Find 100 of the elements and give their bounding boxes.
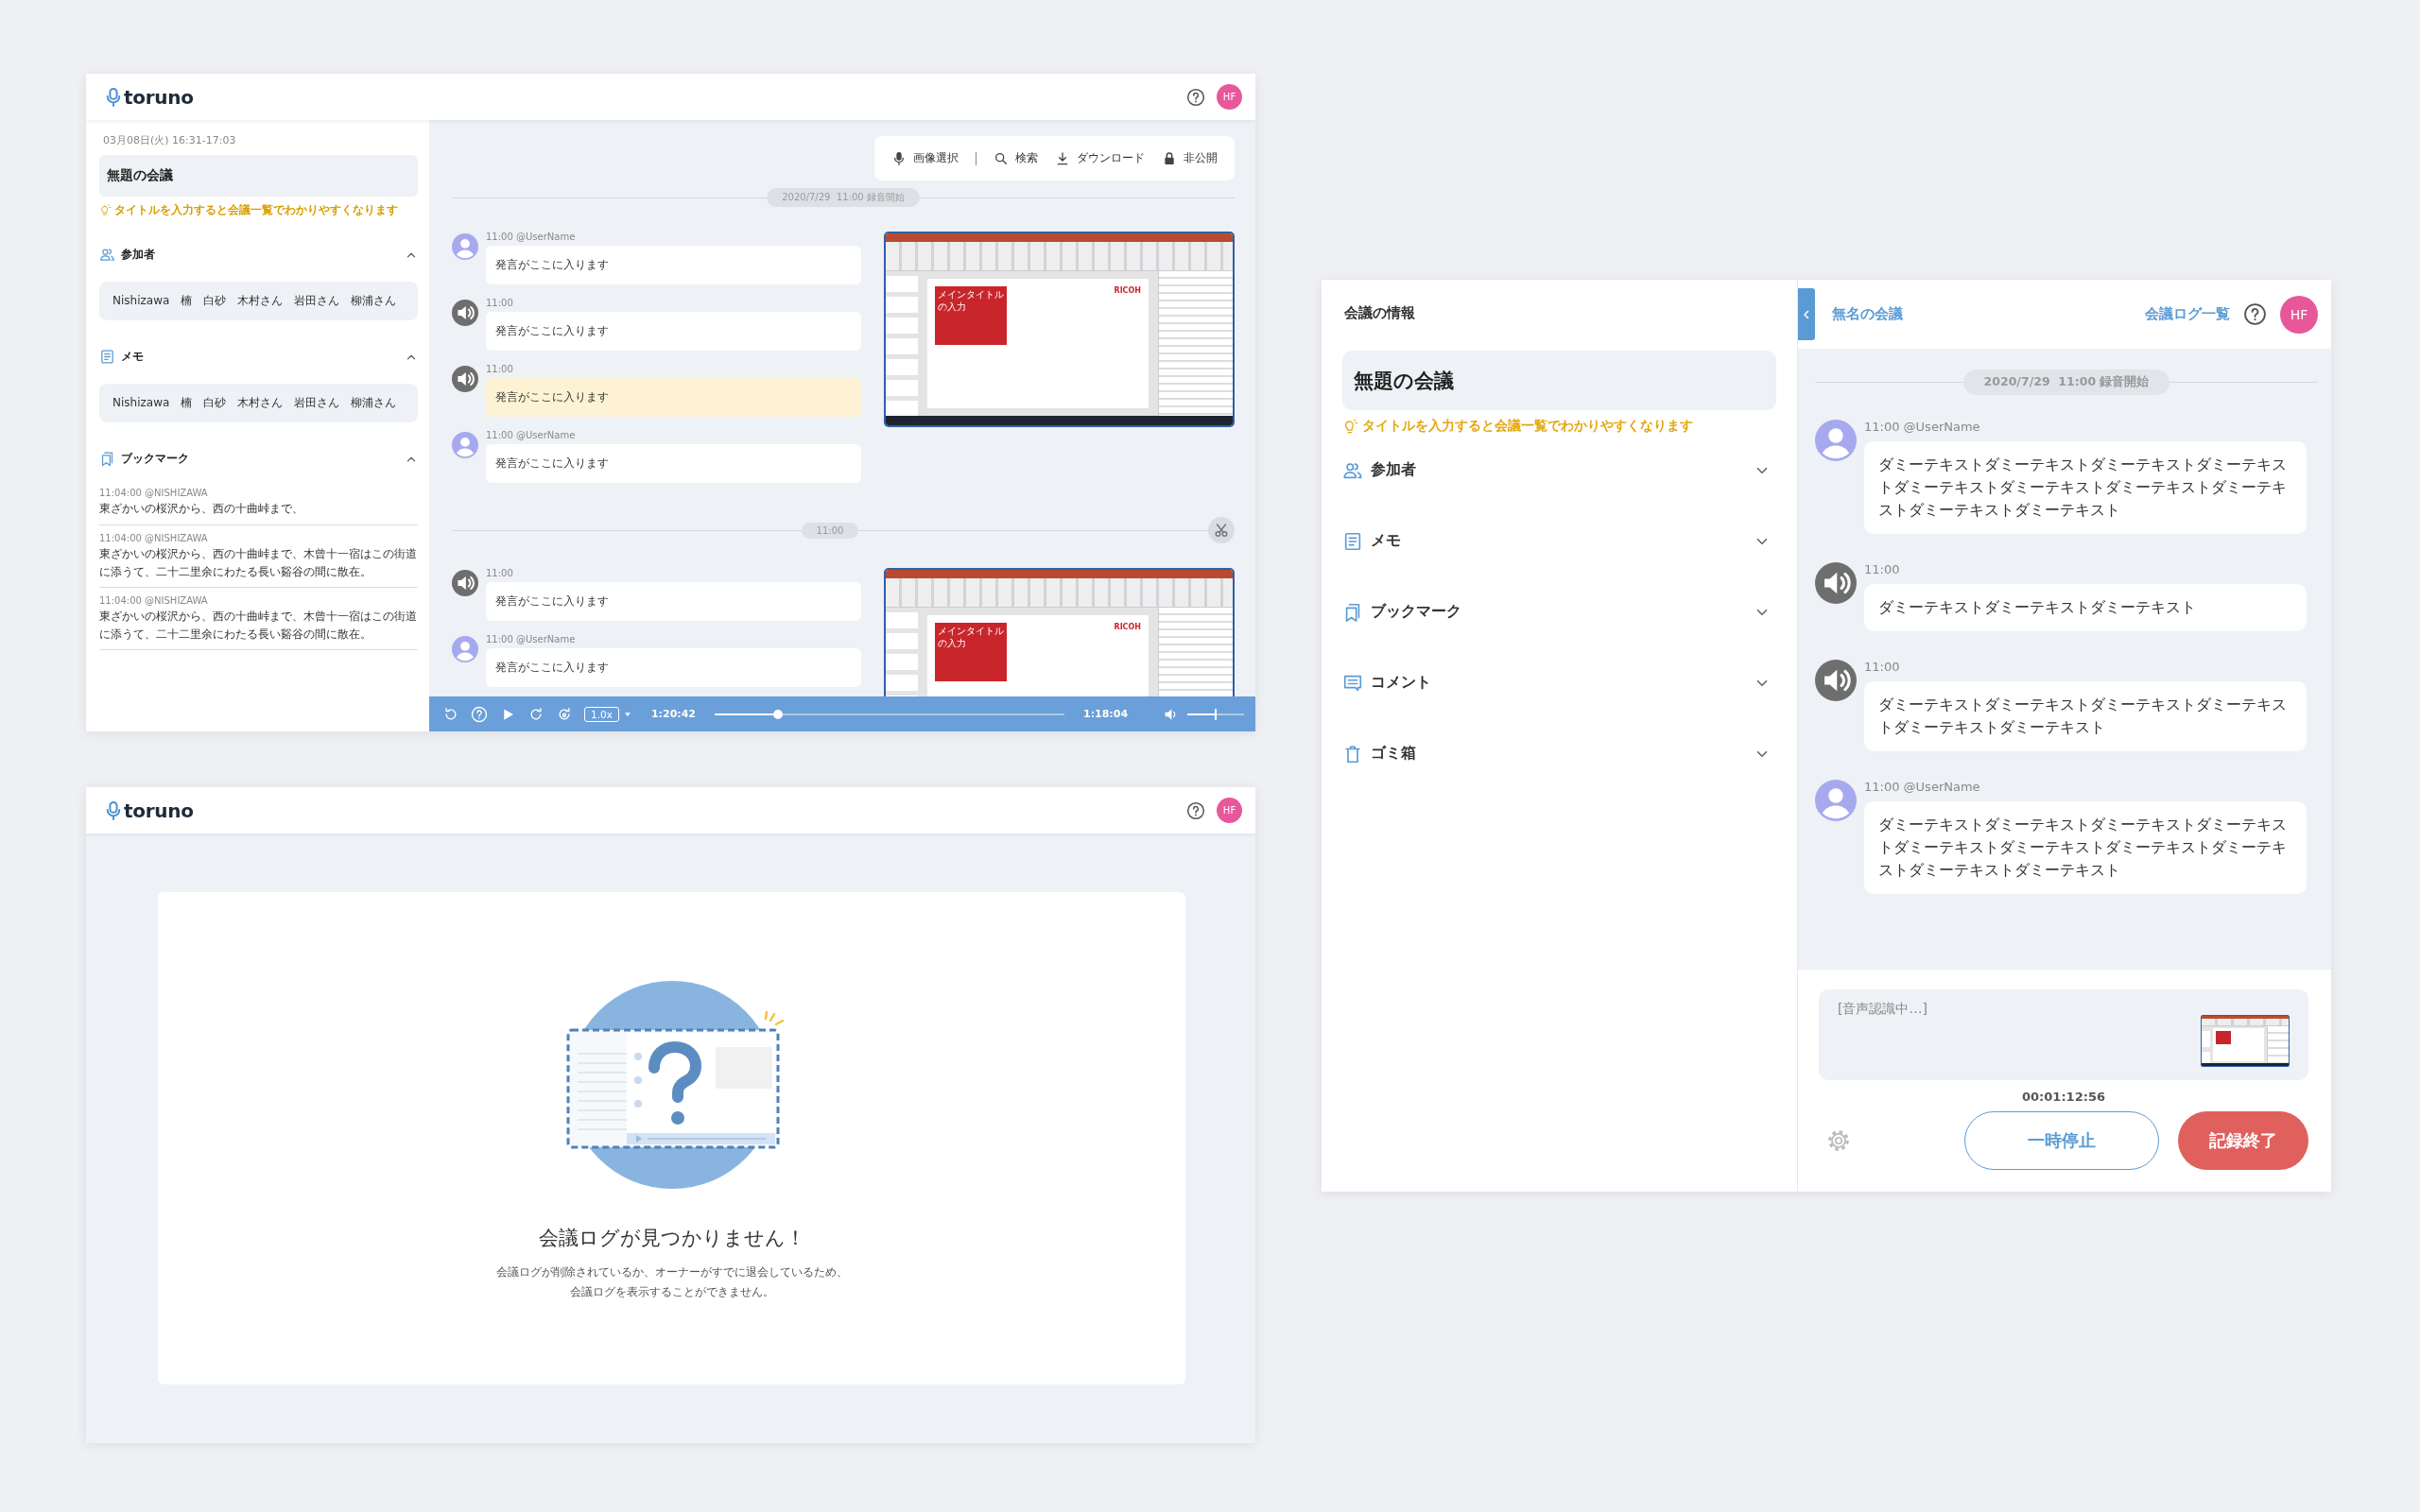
lock-icon xyxy=(1162,150,1177,166)
timestamp-label: 2020/7/29 11:00 録音開始 xyxy=(767,188,920,207)
message-bubble[interactable]: 発言がここに入ります xyxy=(486,444,861,483)
bookmark-time: 11:04:00 @NISHIZAWA xyxy=(99,488,209,499)
chat-panel xyxy=(2267,1025,2289,1063)
speaker-icon xyxy=(452,300,478,326)
message-bubble[interactable]: 発言がここに入ります xyxy=(486,378,861,417)
logo-text: toruno xyxy=(124,799,194,822)
speaker-icon xyxy=(1815,562,1857,604)
bookmark-time: 11:04:00 @NISHIZAWA xyxy=(99,532,209,543)
hint-text: タイトルを入力すると会議一覧でわかりやすくなります xyxy=(114,202,398,218)
user-avatar-icon xyxy=(452,233,478,260)
lightbulb-icon xyxy=(1342,418,1358,435)
image-select-button[interactable]: 画像選択 xyxy=(891,150,959,166)
message-bubble[interactable]: ダミーテキストダミーテキストダミーテキスト xyxy=(1864,584,2307,631)
section-title: 参加者 xyxy=(1371,460,1417,480)
help-icon[interactable] xyxy=(1186,800,1205,820)
slide-title-block xyxy=(2216,1030,2231,1044)
message-bubble[interactable]: ダミーテキストダミーテキストダミーテキストダミーテキストダミーテキストダミーテキストダミーテキストダミーテキストダミーテキストダミーテキスト xyxy=(1864,801,2307,894)
seek-slider[interactable] xyxy=(715,708,1064,720)
slider-thumb[interactable] xyxy=(772,709,783,719)
message-meta: 11:00 @UserName xyxy=(1864,420,1981,434)
message-meta: 11:00 @UserName xyxy=(1864,780,1981,794)
message-bubble[interactable]: 発言がここに入ります xyxy=(486,582,861,621)
speaker-icon xyxy=(452,570,478,596)
error-title: 会議ログが見つかりません！ xyxy=(538,1226,805,1251)
elapsed-time: 1:20:42 xyxy=(650,708,696,720)
title-field[interactable]: 無題の会議 xyxy=(99,155,418,197)
bookmark-time: 11:04:00 @NISHIZAWA xyxy=(99,595,209,607)
message-meta: 11:00 @UserName xyxy=(486,634,577,644)
mic-icon xyxy=(105,799,122,821)
message-meta: 11:00 @UserName xyxy=(486,232,577,242)
bookmark-text[interactable]: 東ざかいの桜沢から、西の十曲峠まで、木曾十一宿はこの街道に添うて、二十二里余にわたる長い谿谷の間に散在。 xyxy=(99,608,418,644)
section-title: ゴミ箱 xyxy=(1371,744,1417,764)
section-content: Nishizawa 楠 白砂 木村さん 岩田さん 柳浦さん xyxy=(99,384,418,423)
user-avatar-icon xyxy=(1815,780,1857,821)
bookmark-text[interactable]: 東ざかいの桜沢から、西の十曲峠まで、木曾十一宿はこの街道に添うて、二十二里余にわたる長い谿谷の間に散在。 xyxy=(99,544,418,581)
message-meta: 11:00 xyxy=(1864,562,1901,576)
message-meta: 11:00 xyxy=(1864,660,1901,674)
recording-timer: 00:01:12:56 xyxy=(2021,1090,2106,1104)
section-title: メモ xyxy=(121,349,145,366)
message-bubble[interactable]: 発言がここに入ります xyxy=(486,312,861,351)
download-button[interactable]: ダウンロード xyxy=(1055,150,1145,166)
message-meta: 11:00 @UserName xyxy=(486,430,577,440)
message-meta: 11:00 xyxy=(486,568,514,578)
section-content: Nishizawa 楠 白砂 木村さん 岩田さん 柳浦さん xyxy=(99,282,418,321)
message-bubble[interactable]: 発言がここに入ります xyxy=(486,648,861,687)
scissors-icon[interactable] xyxy=(1208,517,1235,543)
message-meta: 11:00 xyxy=(486,298,514,308)
speaker-icon xyxy=(452,366,478,392)
volume-slider[interactable] xyxy=(1187,708,1244,720)
note-icon xyxy=(99,349,115,366)
search-button[interactable]: 検索 xyxy=(994,150,1038,166)
private-button[interactable]: 非公開 xyxy=(1162,150,1218,166)
stop-button[interactable]: 記録終了 xyxy=(2178,1111,2308,1170)
section-title: コメント xyxy=(1371,673,1432,693)
hint-text: タイトルを入力すると会議一覧でわかりやすくなります xyxy=(1362,418,1693,435)
user-avatar-icon xyxy=(1815,420,1857,461)
forward-icon[interactable] xyxy=(527,705,544,723)
message-bubble[interactable]: ダミーテキストダミーテキストダミーテキストダミーテキストダミーテキストダミーテキストダミーテキストダミーテキストダミーテキストダミーテキスト xyxy=(1864,441,2307,534)
help-icon[interactable] xyxy=(2243,302,2267,326)
slide-title: メインタイトルの入力 xyxy=(935,623,1007,681)
timestamp-label: 11:00 xyxy=(801,522,859,539)
mic-icon xyxy=(891,150,907,166)
recognition-status: [音声認識中…] xyxy=(1838,1001,1927,1018)
message-bubble[interactable]: 発言がここに入ります xyxy=(486,246,861,284)
message-bubble[interactable]: ダミーテキストダミーテキストダミーテキストダミーテキストダミーテキストダミーテキスト xyxy=(1864,681,2307,751)
slide-logo-text: RICOH xyxy=(1114,623,1141,631)
meeting-date: 03月08日(火) 16:31-17:03 xyxy=(102,133,237,147)
user-avatar-icon xyxy=(452,432,478,458)
search-icon xyxy=(994,150,1009,166)
slide-thumbnails xyxy=(2202,1025,2210,1063)
note-icon xyxy=(1342,530,1363,552)
forward-icon[interactable] xyxy=(556,705,573,723)
section-title: ブックマーク xyxy=(1371,602,1462,622)
title-field[interactable]: 無題の会議 xyxy=(1342,351,1776,410)
section-title: 参加者 xyxy=(121,247,156,263)
user-avatar-icon xyxy=(452,636,478,662)
message-meta: 11:00 xyxy=(486,364,514,374)
panel-title: 会議の情報 xyxy=(1343,304,1416,322)
trash-icon xyxy=(1342,743,1363,765)
timestamp-label: 2020/7/29 11:00 録音開始 xyxy=(1962,369,2170,395)
section-title: ブックマーク xyxy=(121,451,190,468)
help-icon[interactable] xyxy=(1186,87,1205,107)
bookmark-text[interactable]: 東ざかいの桜沢から、西の十曲峠まで、 xyxy=(99,500,418,518)
section-title: メモ xyxy=(1371,531,1402,551)
error-message: 会議ログを表示することができません。 xyxy=(569,1284,774,1300)
remaining-time: 1:18:04 xyxy=(1083,708,1129,720)
bookmark-icon xyxy=(99,451,115,468)
settings-icon[interactable] xyxy=(1826,1128,1851,1153)
collapse-tab[interactable] xyxy=(1798,288,1815,340)
logo-text: toruno xyxy=(124,85,194,109)
lightbulb-icon xyxy=(99,204,112,216)
slide-logo-text: RICOH xyxy=(1114,286,1141,295)
people-icon xyxy=(99,247,115,263)
download-icon xyxy=(1055,150,1070,166)
speaker-icon xyxy=(1815,660,1857,701)
error-message: 会議ログが削除されているか、オーナーがすでに退会しているため、 xyxy=(495,1264,848,1280)
mic-icon xyxy=(105,86,122,108)
slide-title: メインタイトルの入力 xyxy=(935,286,1007,345)
